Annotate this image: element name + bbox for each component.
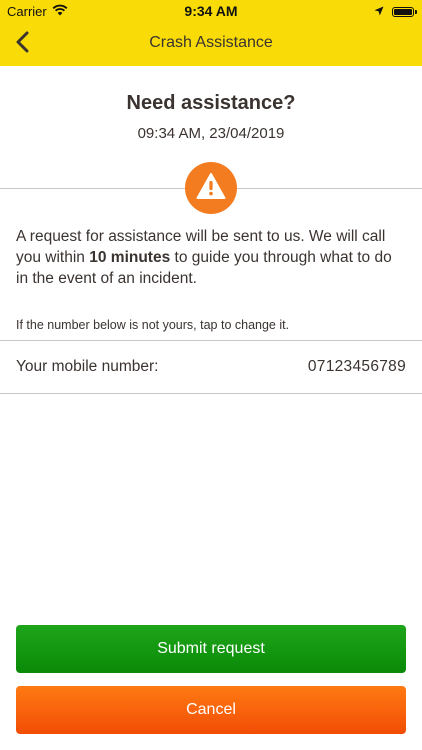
warning-badge	[185, 162, 237, 214]
request-timestamp: 09:34 AM, 23/04/2019	[137, 125, 285, 142]
warning-triangle-icon	[196, 172, 226, 205]
mobile-number-row[interactable]: Your mobile number: 07123456789	[0, 341, 422, 393]
change-number-hint: If the number below is not yours, tap to…	[16, 318, 290, 332]
location-arrow-icon	[374, 4, 384, 19]
status-bar: Carrier 9:34 AM	[0, 0, 422, 22]
divider	[0, 393, 422, 394]
nav-title: Crash Assistance	[149, 34, 273, 51]
battery-icon	[392, 6, 417, 17]
submit-request-button[interactable]: Submit request	[16, 625, 406, 673]
mobile-number-label: Your mobile number:	[16, 358, 159, 375]
info-text: A request for assistance will be sent to…	[16, 226, 408, 289]
info-text-emphasis: 10 minutes	[89, 249, 171, 266]
page-title: Need assistance?	[126, 92, 296, 114]
mobile-number-value: 07123456789	[307, 358, 406, 375]
cancel-button[interactable]: Cancel	[16, 686, 406, 734]
status-time: 9:34 AM	[184, 3, 238, 19]
navigation-bar: Crash Assistance	[0, 22, 422, 66]
